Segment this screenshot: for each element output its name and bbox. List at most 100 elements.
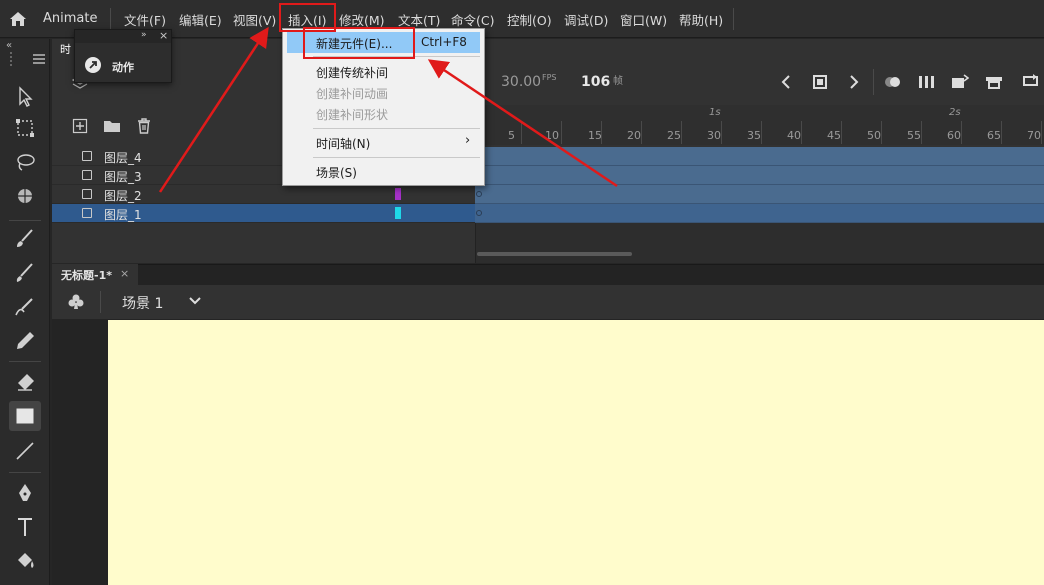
- menu-separator: [313, 128, 480, 129]
- next-frame-icon[interactable]: [847, 74, 861, 90]
- frame-unit: 帧: [613, 76, 623, 87]
- lasso-tool-icon[interactable]: [12, 150, 38, 176]
- toolbar-divider: [9, 361, 41, 362]
- ruler-number: 30: [707, 129, 721, 142]
- pencil-tool-icon[interactable]: [12, 328, 38, 354]
- layer-name[interactable]: 图层_3: [104, 168, 142, 185]
- menu-view[interactable]: 视图(V): [233, 10, 276, 29]
- ruler-number: 45: [827, 129, 841, 142]
- frame-number[interactable]: 106: [581, 74, 610, 90]
- scene-label[interactable]: 场景 1: [122, 293, 163, 313]
- scene-icon[interactable]: [67, 293, 85, 311]
- previous-frame-icon[interactable]: [779, 74, 793, 90]
- home-icon[interactable]: [8, 9, 28, 29]
- ruler-tick: [761, 121, 762, 144]
- actions-icon[interactable]: [84, 56, 102, 74]
- menu-divider: [733, 8, 734, 30]
- brush-tool-icon[interactable]: [12, 260, 38, 286]
- text-tool-icon[interactable]: [12, 514, 38, 540]
- layer-row[interactable]: 图层_2: [52, 185, 475, 204]
- menu-item-scene[interactable]: 场景(S): [287, 161, 480, 182]
- layer-name[interactable]: 图层_1: [104, 206, 142, 223]
- grip-icon[interactable]: [10, 52, 12, 66]
- collapse-icon[interactable]: «: [6, 40, 12, 51]
- free-transform-tool-icon[interactable]: [12, 115, 38, 141]
- loop-icon[interactable]: [1021, 73, 1041, 89]
- layer-name[interactable]: 图层_4: [104, 149, 142, 166]
- camera-icon[interactable]: [985, 74, 1003, 90]
- menu-item-classic-tween[interactable]: 创建传统补间: [287, 61, 480, 82]
- fluid-brush-tool-icon[interactable]: [12, 294, 38, 320]
- delete-layer-icon[interactable]: [136, 117, 152, 134]
- fps-value[interactable]: 30.00: [501, 74, 541, 90]
- ruler-tick: [1001, 121, 1002, 144]
- edit-multiple-frames-icon[interactable]: [918, 74, 936, 90]
- chevron-down-icon[interactable]: [189, 296, 201, 306]
- submenu-arrow-icon: ›: [465, 133, 471, 148]
- ruler-tick: [841, 121, 842, 144]
- keyframe[interactable]: [476, 191, 482, 197]
- ruler-number: 15: [588, 129, 602, 142]
- actions-label[interactable]: 动作: [112, 59, 134, 75]
- controls-divider: [873, 69, 874, 95]
- layer-icon: [82, 151, 92, 161]
- menu-divider: [110, 8, 111, 30]
- menu-item-label: 时间轴(N): [316, 137, 371, 151]
- new-folder-icon[interactable]: [103, 118, 121, 134]
- onion-skin-icon[interactable]: [883, 74, 903, 90]
- menu-help[interactable]: 帮助(H): [679, 10, 723, 29]
- ruler-number: 50: [867, 129, 881, 142]
- menu-commands[interactable]: 命令(C): [451, 10, 494, 29]
- ruler-tick: [561, 121, 562, 144]
- app-name: Animate: [43, 11, 98, 26]
- panel-menu-icon[interactable]: [33, 54, 45, 64]
- layer-frames[interactable]: [475, 147, 1044, 166]
- paint-brush-tool-icon[interactable]: [12, 226, 38, 252]
- asset-warp-tool-icon[interactable]: [12, 183, 38, 209]
- eraser-tool-icon[interactable]: [12, 369, 38, 395]
- annotation-box-new-symbol: [303, 27, 415, 59]
- selection-tool-icon[interactable]: [12, 84, 38, 110]
- document-tab-label[interactable]: 无标题-1*: [61, 267, 112, 283]
- layer-color-swatch[interactable]: [395, 188, 401, 200]
- menu-window[interactable]: 窗口(W): [620, 10, 667, 29]
- new-layer-icon[interactable]: [72, 118, 88, 134]
- paint-bucket-tool-icon[interactable]: [12, 548, 38, 574]
- ruler-number: 65: [987, 129, 1001, 142]
- line-tool-icon[interactable]: [12, 438, 38, 464]
- expand-icon[interactable]: »: [141, 30, 147, 40]
- ruler-tick: [1041, 121, 1042, 144]
- keyframe[interactable]: [476, 210, 482, 216]
- menu-item-timeline[interactable]: 时间轴(N) ›: [287, 132, 480, 153]
- layer-frames[interactable]: [475, 185, 1044, 204]
- timeline-tab[interactable]: 时间: [52, 39, 74, 72]
- close-icon[interactable]: ×: [159, 29, 168, 42]
- layer-name[interactable]: 图层_2: [104, 187, 142, 204]
- menu-file[interactable]: 文件(F): [124, 10, 166, 29]
- menu-item-shortcut: Ctrl+F8: [421, 35, 467, 49]
- layer-row-selected[interactable]: 图层_1: [52, 204, 475, 223]
- layer-color-swatch[interactable]: [395, 207, 401, 219]
- insert-keyframe-icon[interactable]: [951, 74, 969, 90]
- ruler-number: 40: [787, 129, 801, 142]
- ruler-number: 5: [508, 129, 515, 142]
- menu-item-label: 创建补间动画: [316, 87, 389, 101]
- layer-frames[interactable]: [475, 166, 1044, 185]
- ruler-number: 20: [627, 129, 641, 142]
- menu-item-label: 场景(S): [316, 166, 357, 180]
- floating-panel-header[interactable]: [75, 30, 171, 43]
- stop-icon[interactable]: [812, 74, 828, 90]
- menu-control[interactable]: 控制(O): [507, 10, 552, 29]
- edit-bar-divider: [100, 291, 101, 313]
- pen-tool-icon[interactable]: [12, 481, 38, 507]
- timeline-scrollbar[interactable]: [477, 252, 632, 256]
- menu-item-label: 创建传统补间: [316, 66, 389, 80]
- close-tab-icon[interactable]: ×: [120, 267, 129, 280]
- stage-canvas[interactable]: [108, 320, 1044, 585]
- rectangle-tool-icon[interactable]: [12, 403, 38, 429]
- ruler-tick: [881, 121, 882, 144]
- layer-frames[interactable]: [475, 204, 1044, 223]
- menu-debug[interactable]: 调试(D): [564, 10, 608, 29]
- menu-edit[interactable]: 编辑(E): [179, 10, 222, 29]
- fps-unit: FPS: [542, 73, 557, 82]
